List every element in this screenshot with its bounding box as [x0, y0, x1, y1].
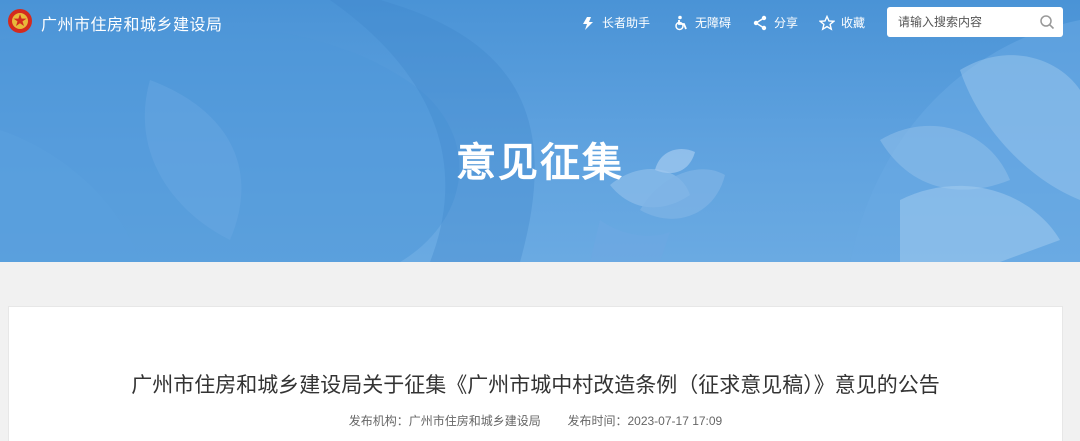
site-name[interactable]: 广州市住房和城乡建设局 — [41, 11, 223, 35]
article-title: 广州市住房和城乡建设局关于征集《广州市城中村改造条例（征求意见稿）》意见的公告 — [131, 374, 940, 397]
share-button[interactable]: 分享 — [752, 14, 798, 31]
share-label: 分享 — [774, 16, 799, 30]
publisher-value: 广州市住房和城乡建设局 — [408, 414, 541, 428]
wheelchair-icon — [675, 15, 687, 30]
banner: 广州市住房和城乡建设局 长者助手 无障碍 分享 收藏 请输入搜索内容 意见征集 — [0, 0, 1080, 262]
star-icon — [819, 14, 835, 31]
top-bar: 广州市住房和城乡建设局 长者助手 无障碍 分享 收藏 请输入搜索内容 — [0, 0, 1080, 44]
elder-assistant-button[interactable]: 长者助手 — [580, 14, 650, 31]
elder-assistant-label: 长者助手 — [602, 16, 651, 30]
publish-time-value: 2023-07-17 17:09 — [627, 414, 723, 428]
accessibility-button[interactable]: 无障碍 — [673, 14, 731, 31]
share-icon — [753, 15, 767, 30]
banner-title: 意见征集 — [456, 141, 624, 185]
search-icon[interactable] — [1039, 14, 1055, 30]
search-box — [887, 7, 1063, 37]
elder-icon — [583, 16, 593, 30]
favorite-label: 收藏 — [841, 16, 866, 30]
search-input[interactable] — [887, 7, 1027, 37]
article-meta: 发布机构：广州市住房和城乡建设局 发布时间：2023-07-17 17:09 — [9, 412, 1062, 429]
publisher-label: 发布机构： — [348, 414, 409, 428]
emblem-icon — [8, 9, 32, 33]
publish-time-label: 发布时间： — [567, 414, 628, 428]
accessibility-label: 无障碍 — [695, 16, 732, 30]
favorite-button[interactable]: 收藏 — [819, 14, 865, 31]
article-card: 广州市住房和城乡建设局关于征集《广州市城中村改造条例（征求意见稿）》意见的公告 … — [8, 306, 1063, 441]
